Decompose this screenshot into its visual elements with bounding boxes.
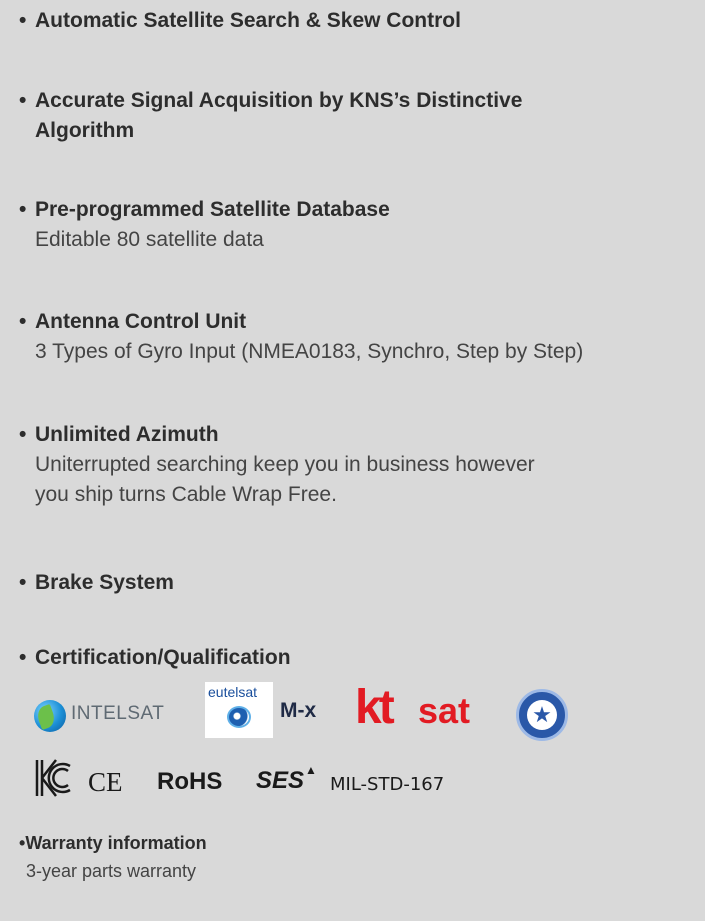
rohs-logo-text: RoHS [157, 768, 223, 795]
eutelsat-logo: eutelsat [205, 682, 273, 738]
feature-title-text: Accurate Signal Acquisition by KNS’s Dis… [35, 89, 523, 112]
feature-item: • Antenna Control Unit 3 Types of Gyro In… [19, 307, 697, 367]
warranty-description: 3-year parts warranty [26, 861, 197, 881]
feature-title-text: Brake System [35, 571, 174, 594]
feature-item: • Accurate Signal Acquisition by KNS’s Di… [19, 86, 697, 146]
feature-title: • Certification/Qualification [19, 643, 697, 673]
feature-description-continued: you ship turns Cable Wrap Free. [35, 483, 337, 506]
bullet: • [19, 423, 27, 446]
feature-title-text: Automatic Satellite Search & Skew Contro… [35, 9, 461, 32]
feature-title-text: Certification/Qualification [35, 646, 291, 669]
bullet: • [19, 198, 27, 221]
feature-item: • Certification/Qualification [19, 643, 697, 673]
bullet: • [19, 9, 27, 32]
feature-title-continued: Algorithm [35, 119, 135, 142]
feature-title: • Unlimited Azimuth [19, 420, 697, 450]
ses-logo-mark: ▲ [305, 763, 317, 777]
feature-title: • Automatic Satellite Search & Skew Contr… [19, 6, 697, 36]
feature-title: • Antenna Control Unit [19, 307, 697, 337]
warranty-title: •Warranty information [19, 829, 207, 857]
kc-mark-icon [35, 759, 71, 797]
feature-title: • Accurate Signal Acquisition by KNS’s Di… [19, 86, 697, 116]
bullet: • [19, 89, 27, 112]
mx-logo-text: M-x [280, 699, 317, 722]
feature-title-text: Unlimited Azimuth [35, 423, 219, 446]
warranty-title-text: Warranty information [25, 833, 207, 853]
bullet: • [19, 571, 27, 594]
feature-title: • Brake System [19, 568, 697, 598]
feature-description: 3 Types of Gyro Input (NMEA0183, Synchro… [35, 340, 584, 363]
feature-title: • Pre-programmed Satellite Database [19, 195, 697, 225]
feature-item: • Unlimited Azimuth Uniterrupted searchin… [19, 420, 697, 510]
eutelsat-orb-icon [227, 706, 251, 728]
ses-logo-text: SES [256, 767, 305, 794]
bullet: • [19, 310, 27, 333]
feature-title-text: Pre-programmed Satellite Database [35, 198, 390, 221]
feature-description: Uniterrupted searching keep you in busin… [35, 453, 535, 476]
eutelsat-logo-text: eutelsat [208, 684, 258, 700]
ktsat-logo-text: sat [418, 690, 471, 731]
mil-std-text: MIL-STD-167 [330, 774, 445, 795]
bullet: • [19, 646, 27, 669]
certification-seal-icon: ★ [516, 689, 568, 741]
kt-logo-text: kt [355, 681, 395, 734]
feature-item: • Brake System [19, 568, 697, 598]
intelsat-logo-text: INTELSAT [71, 703, 165, 724]
feature-item: • Pre-programmed Satellite Database Edita… [19, 195, 697, 255]
intelsat-logo-icon [34, 700, 66, 732]
feature-item: • Automatic Satellite Search & Skew Contr… [19, 6, 697, 36]
feature-description: Editable 80 satellite data [35, 228, 264, 251]
ce-mark-text: CE [88, 767, 123, 797]
feature-title-text: Antenna Control Unit [35, 310, 247, 333]
